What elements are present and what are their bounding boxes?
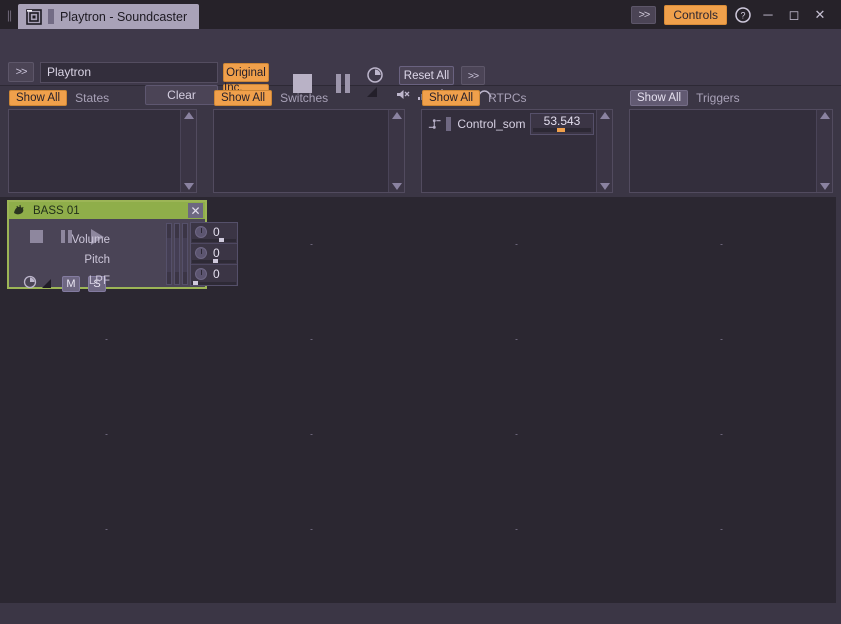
soundcaster-canvas[interactable]: BASS 01 ✕ M S Volume Pitch LPF 0 0 0	[0, 197, 841, 603]
soundcaster-object-icon	[14, 204, 24, 214]
panel-header-rtpcs: Show All RTPCs	[413, 87, 621, 109]
name-input[interactable]: Playtron	[40, 62, 218, 83]
rtpc-color-bar	[446, 117, 452, 131]
original-button[interactable]: Original	[223, 63, 269, 82]
panel-header-states: Show All States	[0, 87, 205, 109]
panel-title-states: States	[75, 91, 110, 105]
ramp-icon[interactable]	[42, 279, 51, 288]
param-value-volume: 0	[213, 225, 220, 239]
scroll-up-icon[interactable]	[819, 112, 830, 119]
panel-header-switches: Show All Switches	[205, 87, 413, 109]
stop-icon[interactable]	[30, 230, 43, 243]
scroll-up-icon[interactable]	[599, 112, 610, 119]
reset-all-button[interactable]: Reset All	[399, 66, 454, 85]
scroll-up-icon[interactable]	[391, 112, 402, 119]
soundcaster-object-title: BASS 01	[33, 204, 80, 217]
param-slider-track[interactable]	[192, 282, 236, 285]
scrollbar-states[interactable]	[180, 110, 196, 192]
param-slider-track[interactable]	[192, 239, 236, 242]
param-label-lpf: LPF	[88, 275, 110, 287]
maximize-icon[interactable]: ◻	[785, 7, 803, 23]
param-row-lpf[interactable]: 0	[191, 265, 237, 286]
panel-title-rtpcs: RTPCs	[488, 91, 527, 105]
param-slider-thumb[interactable]	[219, 238, 224, 242]
clock-icon[interactable]	[366, 66, 384, 84]
fader-group[interactable]	[166, 223, 188, 285]
panel-rtpcs: Show All RTPCs Control_som... 53.543	[413, 87, 621, 197]
panel-switches: Show All Switches	[205, 87, 413, 197]
tab-label: Playtron - Soundcaster	[60, 9, 188, 24]
rtpc-slider-thumb[interactable]	[557, 128, 566, 132]
soundcaster-toolbar: >> Playtron Clear Original Inc. Only Res…	[0, 29, 841, 106]
fader-lpf[interactable]	[182, 223, 188, 285]
close-icon[interactable]: ✕	[188, 203, 203, 218]
knob-icon[interactable]	[195, 247, 207, 259]
panel-body-rtpcs[interactable]: Control_som... 53.543	[421, 109, 613, 193]
param-value-column: 0 0 0	[190, 222, 238, 286]
panel-title-switches: Switches	[280, 91, 329, 105]
window-controls: >> Controls ? ─ ◻ ✕	[631, 0, 841, 29]
tab-playtron-soundcaster[interactable]: Playtron - Soundcaster	[18, 4, 200, 29]
fader-volume[interactable]	[166, 223, 172, 285]
toolbar-expand-button[interactable]: >>	[8, 62, 34, 82]
controls-button[interactable]: Controls	[664, 4, 727, 25]
close-icon[interactable]: ✕	[811, 7, 829, 23]
fader-pitch[interactable]	[174, 223, 180, 285]
param-value-lpf: 0	[213, 267, 220, 281]
mute-button[interactable]: M	[62, 276, 80, 292]
minimize-icon[interactable]: ─	[759, 7, 777, 22]
scrollbar-switches[interactable]	[388, 110, 404, 192]
panel-title-triggers: Triggers	[696, 91, 740, 105]
panel-body-states[interactable]	[8, 109, 197, 193]
panel-body-switches[interactable]	[213, 109, 405, 193]
knob-icon[interactable]	[195, 268, 207, 280]
show-all-triggers-button[interactable]: Show All	[630, 90, 689, 106]
canvas-right-edge	[836, 197, 841, 603]
scroll-down-icon[interactable]	[183, 183, 194, 190]
rtpc-list-item[interactable]: Control_som... 53.543	[424, 112, 594, 136]
window-titlebar: || Playtron - Soundcaster >> Controls ? …	[0, 0, 841, 29]
window-grip[interactable]: ||	[0, 0, 18, 29]
param-row-pitch[interactable]: 0	[191, 244, 237, 265]
scrollbar-rtpcs[interactable]	[596, 110, 612, 192]
titlebar-overflow-button[interactable]: >>	[631, 5, 657, 24]
rtpc-name-label: Control_som...	[457, 117, 526, 131]
panel-body-triggers[interactable]	[629, 109, 833, 193]
show-all-switches-button[interactable]: Show All	[214, 90, 273, 106]
reset-overflow-button[interactable]: >>	[461, 66, 485, 85]
param-value-pitch: 0	[213, 246, 220, 260]
soundcaster-object-bass-01[interactable]: BASS 01 ✕ M S Volume Pitch LPF 0 0 0	[7, 200, 238, 292]
param-slider-thumb[interactable]	[193, 281, 198, 285]
param-row-volume[interactable]: 0	[191, 223, 237, 244]
scroll-down-icon[interactable]	[599, 183, 610, 190]
svg-text:?: ?	[740, 10, 745, 20]
panel-triggers: Show All Triggers	[621, 87, 841, 197]
soundcaster-window: || Playtron - Soundcaster >> Controls ? …	[0, 0, 841, 624]
help-icon[interactable]: ?	[735, 6, 751, 23]
scroll-up-icon[interactable]	[183, 112, 194, 119]
show-all-states-button[interactable]: Show All	[9, 90, 68, 106]
soundcaster-object-body: M S Volume Pitch LPF 0 0 0	[9, 219, 238, 292]
filter-panels: Show All States Show All Switches Show A…	[0, 87, 841, 197]
knob-icon[interactable]	[195, 226, 207, 238]
panel-states: Show All States	[0, 87, 205, 197]
param-slider-thumb[interactable]	[213, 259, 218, 263]
rtpc-icon	[428, 119, 441, 129]
rtpc-value-text: 53.543	[543, 114, 581, 128]
panel-header-triggers: Show All Triggers	[621, 87, 841, 109]
soundcaster-object-header[interactable]: BASS 01 ✕	[9, 202, 205, 219]
tab-accent-bar	[48, 9, 54, 24]
soundcaster-icon	[26, 8, 42, 25]
scroll-down-icon[interactable]	[819, 183, 830, 190]
window-bottom-bar	[0, 603, 841, 624]
scrollbar-triggers[interactable]	[816, 110, 832, 192]
param-label-volume: Volume	[71, 234, 110, 246]
show-all-rtpcs-button[interactable]: Show All	[422, 90, 481, 106]
scroll-down-icon[interactable]	[391, 183, 402, 190]
param-label-pitch: Pitch	[84, 254, 110, 266]
rtpc-value-field[interactable]: 53.543	[530, 113, 594, 135]
clock-icon[interactable]	[23, 275, 37, 289]
